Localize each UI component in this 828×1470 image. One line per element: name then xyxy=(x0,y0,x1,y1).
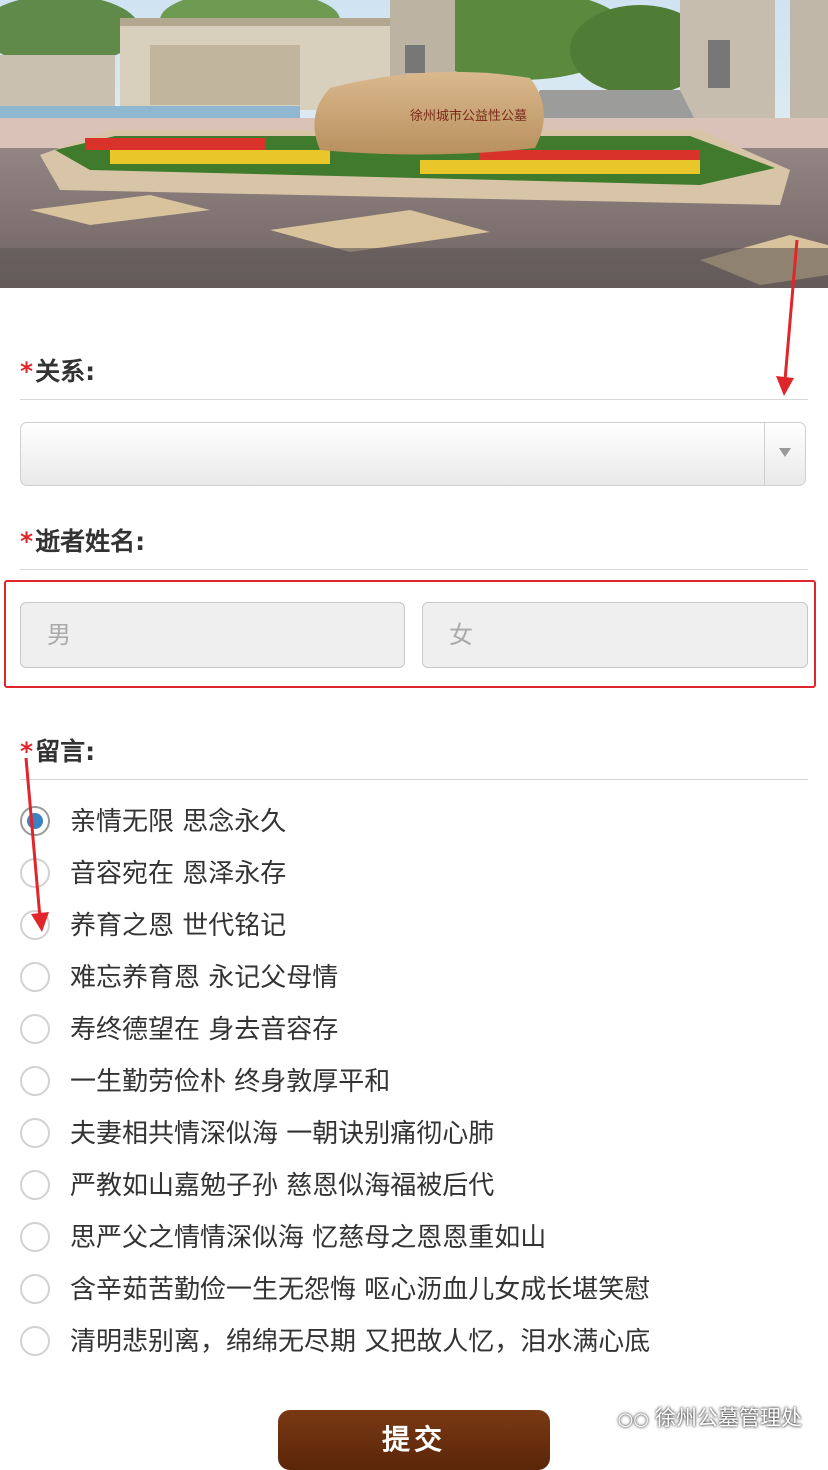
relation-label-text: 关系: xyxy=(35,357,96,386)
radio-button[interactable] xyxy=(20,910,50,940)
message-option-text: 夫妻相共情深似海 一朝诀别痛彻心肺 xyxy=(70,1119,495,1149)
message-option[interactable]: 夫妻相共情深似海 一朝诀别痛彻心肺 xyxy=(20,1115,810,1155)
radio-button[interactable] xyxy=(20,1066,50,1096)
radio-button[interactable] xyxy=(20,1118,50,1148)
message-option[interactable]: 难忘养育恩 永记父母情 xyxy=(20,959,810,999)
message-label-text: 留言: xyxy=(35,737,96,766)
relation-select[interactable] xyxy=(20,422,806,486)
message-option-text: 养育之恩 世代铭记 xyxy=(70,911,287,941)
deceased-name-label: *逝者姓名: xyxy=(20,522,145,558)
message-option-text: 含辛茹苦勤俭一生无怨悔 呕心沥血儿女成长堪笑慰 xyxy=(70,1275,651,1305)
radio-button[interactable] xyxy=(20,858,50,888)
message-option-text: 思严父之情情深似海 忆慈母之恩恩重如山 xyxy=(70,1223,547,1253)
relation-label: *关系: xyxy=(20,352,95,388)
chevron-down-icon xyxy=(779,448,791,457)
radio-button[interactable] xyxy=(20,962,50,992)
message-option-text: 严教如山嘉勉子孙 慈恩似海福被后代 xyxy=(70,1171,495,1201)
watermark: ○○ 徐州公墓管理处 xyxy=(618,1402,802,1432)
message-option[interactable]: 一生勤劳俭朴 终身敦厚平和 xyxy=(20,1063,810,1103)
message-option[interactable]: 寿终德望在 身去音容存 xyxy=(20,1011,810,1051)
message-option-text: 难忘养育恩 永记父母情 xyxy=(70,963,339,993)
radio-button[interactable] xyxy=(20,1222,50,1252)
select-arrow-box[interactable] xyxy=(764,423,805,485)
annotation-arrow-left xyxy=(24,757,49,932)
message-label: *留言: xyxy=(20,732,95,768)
radio-button[interactable] xyxy=(20,806,50,836)
divider xyxy=(20,779,808,780)
message-option[interactable]: 思严父之情情深似海 忆慈母之恩恩重如山 xyxy=(20,1219,810,1259)
required-mark: * xyxy=(20,527,34,556)
female-name-input[interactable]: 女 xyxy=(422,602,808,668)
female-name-placeholder: 女 xyxy=(449,621,473,649)
male-name-input[interactable]: 男 xyxy=(20,602,405,668)
message-option[interactable]: 清明悲别离，绵绵无尽期 又把故人忆，泪水满心底 xyxy=(20,1323,810,1363)
watermark-text: 徐州公墓管理处 xyxy=(655,1406,802,1430)
message-option-text: 清明悲别离，绵绵无尽期 又把故人忆，泪水满心底 xyxy=(70,1327,651,1357)
message-option[interactable]: 含辛茹苦勤俭一生无怨悔 呕心沥血儿女成长堪笑慰 xyxy=(20,1271,810,1311)
message-option-text: 亲情无限 思念永久 xyxy=(70,807,287,837)
message-option[interactable]: 亲情无限 思念永久 xyxy=(20,803,810,843)
message-option[interactable]: 严教如山嘉勉子孙 慈恩似海福被后代 xyxy=(20,1167,810,1207)
required-mark: * xyxy=(20,737,34,766)
radio-button[interactable] xyxy=(20,1170,50,1200)
divider xyxy=(20,399,808,400)
radio-button[interactable] xyxy=(20,1326,50,1356)
message-option-text: 寿终德望在 身去音容存 xyxy=(70,1015,339,1045)
message-option-text: 一生勤劳俭朴 终身敦厚平和 xyxy=(70,1067,391,1097)
required-mark: * xyxy=(20,357,34,386)
message-option[interactable]: 音容宛在 恩泽永存 xyxy=(20,855,810,895)
divider xyxy=(20,569,808,570)
banner-stone-text: 徐州城市公益性公墓 xyxy=(410,108,527,124)
wechat-icon: ○○ xyxy=(617,1409,649,1430)
radio-button[interactable] xyxy=(20,1274,50,1304)
message-option-text: 音容宛在 恩泽永存 xyxy=(70,859,287,889)
deceased-name-label-text: 逝者姓名: xyxy=(35,527,146,556)
male-name-placeholder: 男 xyxy=(47,621,71,649)
header-banner-image: 徐州城市公益性公墓 xyxy=(0,0,828,288)
submit-button[interactable]: 提交 xyxy=(278,1410,550,1470)
radio-button[interactable] xyxy=(20,1014,50,1044)
message-option[interactable]: 养育之恩 世代铭记 xyxy=(20,907,810,947)
